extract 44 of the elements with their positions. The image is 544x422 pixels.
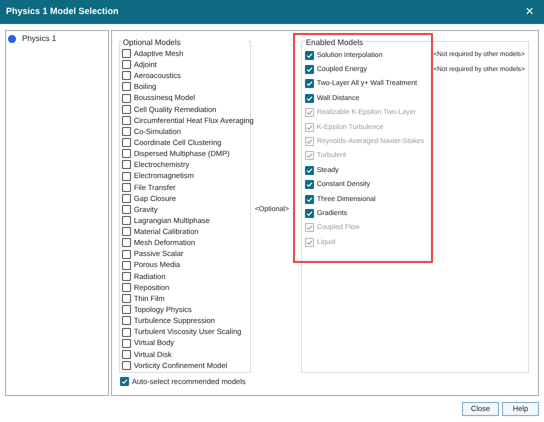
checkbox[interactable] — [122, 94, 131, 103]
checkbox[interactable] — [122, 104, 131, 114]
checkbox[interactable] — [122, 60, 131, 70]
checkbox[interactable] — [122, 182, 131, 192]
checkbox[interactable] — [122, 194, 131, 203]
checkbox[interactable] — [122, 49, 131, 58]
checkbox[interactable] — [122, 227, 131, 236]
checkbox[interactable] — [120, 377, 129, 386]
checkbox[interactable] — [122, 283, 131, 292]
group-title: Optional Models — [122, 38, 248, 48]
checkbox[interactable] — [304, 65, 314, 74]
checkbox[interactable] — [122, 316, 131, 326]
checkbox[interactable] — [122, 328, 131, 337]
checkbox[interactable] — [304, 208, 314, 218]
checkbox[interactable] — [122, 127, 131, 136]
checkbox[interactable] — [122, 338, 131, 348]
checkbox[interactable] — [304, 180, 314, 190]
window-title: Physics 1 Model Selection — [6, 5, 119, 18]
checkbox[interactable] — [122, 116, 131, 125]
checkbox[interactable] — [122, 305, 131, 314]
checkbox[interactable] — [122, 205, 131, 214]
checkbox[interactable] — [122, 71, 131, 80]
checkbox[interactable] — [122, 172, 131, 181]
check-icon — [120, 378, 128, 386]
checkbox[interactable] — [122, 250, 131, 259]
checkbox[interactable] — [304, 50, 314, 60]
close-button[interactable]: ✕ — [521, 6, 538, 18]
checkbox[interactable] — [122, 294, 131, 304]
checkbox[interactable] — [122, 260, 131, 270]
checkbox[interactable] — [122, 350, 131, 359]
checkbox[interactable] — [122, 138, 131, 148]
checkbox[interactable] — [122, 160, 131, 170]
checkbox[interactable] — [304, 166, 314, 175]
checkbox[interactable] — [122, 272, 131, 281]
checkbox[interactable] — [122, 238, 131, 248]
checkbox[interactable] — [122, 361, 131, 370]
tree-item[interactable]: Physics 1 — [22, 32, 56, 44]
checkbox[interactable] — [122, 82, 131, 92]
checkbox[interactable] — [304, 194, 314, 204]
checkbox[interactable] — [122, 216, 131, 226]
checkbox[interactable] — [304, 79, 314, 88]
group-title: Enabled Models — [304, 38, 364, 48]
checkbox[interactable] — [304, 94, 314, 103]
checkbox[interactable] — [122, 149, 131, 158]
